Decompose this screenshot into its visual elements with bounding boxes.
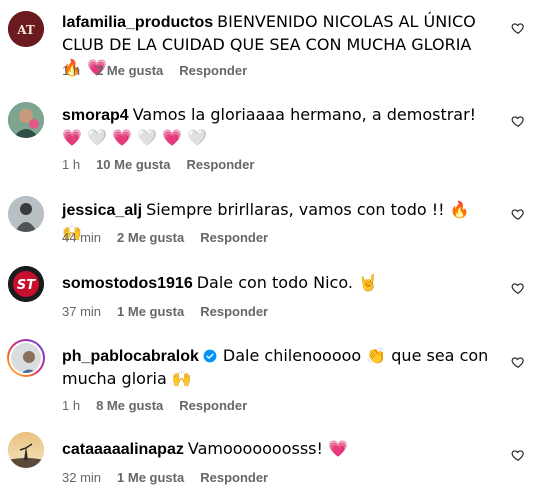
comment-time[interactable]: 32 min bbox=[62, 470, 101, 485]
comment-text-block: cataaaaalinapaz Vamooooooosss! 💗 bbox=[62, 438, 492, 461]
comment-username[interactable]: somostodos1916 bbox=[62, 275, 193, 292]
comment-meta: 1 h 10 Me gusta Responder bbox=[62, 155, 254, 173]
reply-button[interactable]: Responder bbox=[187, 157, 255, 172]
reply-button[interactable]: Responder bbox=[200, 230, 268, 245]
somostodos-logo-icon: ST bbox=[8, 266, 44, 302]
comment-meta: 32 min 1 Me gusta Responder bbox=[62, 468, 268, 486]
comment-likes[interactable]: 1 Me gusta bbox=[117, 470, 184, 485]
comment-time[interactable]: 44 min bbox=[62, 230, 101, 245]
comment-meta: 1 h 2 Me gusta Responder bbox=[62, 61, 247, 79]
comment-text-block: somostodos1916 Dale con todo Nico. 🤘 bbox=[62, 272, 492, 295]
comment-likes[interactable]: 2 Me gusta bbox=[96, 63, 163, 78]
avatar[interactable] bbox=[7, 339, 45, 377]
comment-username[interactable]: jessica_alj bbox=[62, 202, 142, 219]
like-heart-icon[interactable] bbox=[511, 21, 525, 35]
avatar-badge-text: AT bbox=[16, 23, 35, 37]
comment-time[interactable]: 1 h bbox=[62, 63, 80, 78]
reply-button[interactable]: Responder bbox=[179, 398, 247, 413]
comment-meta: 1 h 8 Me gusta Responder bbox=[62, 396, 247, 414]
comment-body: Dale con todo Nico. 🤘 bbox=[196, 273, 378, 292]
comment-meta: 37 min 1 Me gusta Responder bbox=[62, 302, 268, 320]
comment-time[interactable]: 1 h bbox=[62, 157, 80, 172]
reply-button[interactable]: Responder bbox=[200, 470, 268, 485]
profile-photo-icon bbox=[8, 102, 44, 138]
like-heart-icon[interactable] bbox=[511, 355, 525, 369]
avatar[interactable]: ST bbox=[8, 266, 44, 302]
avatar[interactable] bbox=[8, 196, 44, 232]
avatar[interactable]: AT bbox=[8, 11, 44, 47]
verified-badge-icon bbox=[203, 349, 217, 363]
reply-button[interactable]: Responder bbox=[179, 63, 247, 78]
avatar[interactable] bbox=[8, 432, 44, 468]
comment-username[interactable]: smorap4 bbox=[62, 107, 129, 124]
comment-likes[interactable]: 10 Me gusta bbox=[96, 157, 170, 172]
comment-username[interactable]: ph_pablocabralok bbox=[62, 348, 199, 365]
lafamilia-logo-icon: AT bbox=[8, 11, 44, 47]
comment-time[interactable]: 37 min bbox=[62, 304, 101, 319]
comment-likes[interactable]: 1 Me gusta bbox=[117, 304, 184, 319]
profile-photo-icon bbox=[11, 343, 41, 373]
comment-likes[interactable]: 2 Me gusta bbox=[117, 230, 184, 245]
profile-photo-icon bbox=[8, 432, 44, 468]
comment-username[interactable]: cataaaaalinapaz bbox=[62, 441, 184, 458]
like-heart-icon[interactable] bbox=[511, 114, 525, 128]
profile-photo-icon bbox=[8, 196, 44, 232]
like-heart-icon[interactable] bbox=[511, 207, 525, 221]
comment-text-block: smorap4 Vamos la gloriaaaa hermano, a dem… bbox=[62, 104, 492, 150]
like-heart-icon[interactable] bbox=[511, 281, 525, 295]
comment-meta: 44 min 2 Me gusta Responder bbox=[62, 228, 268, 246]
comment-username[interactable]: lafamilia_productos bbox=[62, 14, 213, 31]
avatar[interactable] bbox=[8, 102, 44, 138]
reply-button[interactable]: Responder bbox=[200, 304, 268, 319]
comment-likes[interactable]: 8 Me gusta bbox=[96, 398, 163, 413]
comment-time[interactable]: 1 h bbox=[62, 398, 80, 413]
avatar-badge-text: ST bbox=[17, 278, 36, 293]
like-heart-icon[interactable] bbox=[511, 448, 525, 462]
comment-body: Vamooooooosss! 💗 bbox=[187, 439, 348, 458]
comment-text-block: ph_pablocabralok Dale chilenooooo 👏 que s… bbox=[62, 345, 492, 391]
